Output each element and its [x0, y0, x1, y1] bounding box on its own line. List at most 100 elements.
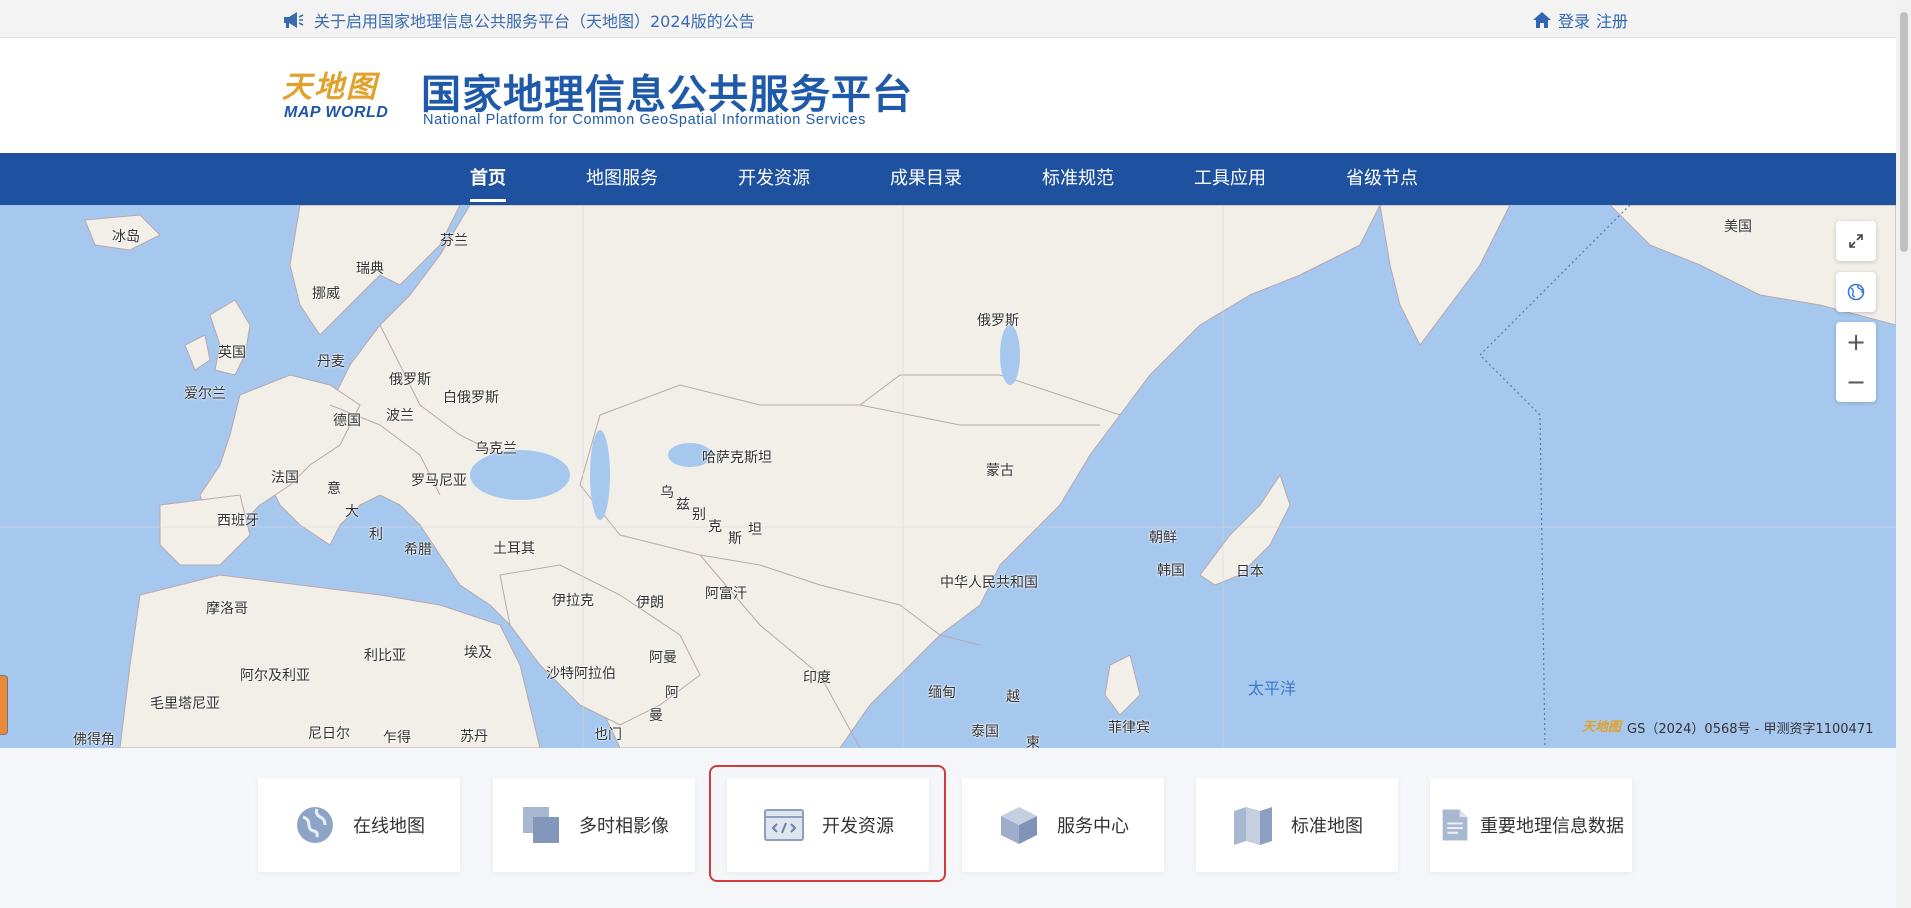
map-label-turkey: 土耳其	[493, 541, 535, 557]
map-label-denmark: 丹麦	[317, 354, 345, 370]
globe-view-button[interactable]	[1836, 272, 1876, 312]
map-label-thailand: 泰国	[971, 724, 999, 740]
nav-item-catalog[interactable]: 成果目录	[890, 153, 962, 205]
map-label-belarus: 白俄罗斯	[443, 390, 499, 406]
register-link[interactable]: 注册	[1596, 8, 1628, 32]
megaphone-icon	[284, 12, 304, 28]
map-label-algeria: 阿尔及利亚	[240, 668, 310, 684]
map-label-niger: 尼日尔	[308, 726, 350, 742]
map-label-cape-verde: 佛得角	[73, 732, 115, 748]
card-label: 服务中心	[1057, 816, 1129, 837]
copyright-text: GS（2024）0568号 - 甲测资字1100471	[1627, 722, 1874, 737]
nav-item-dev-resources[interactable]: 开发资源	[738, 153, 810, 205]
map-label-germany: 德国	[333, 413, 361, 429]
zoom-in-button[interactable]: +	[1836, 322, 1876, 362]
map-label-yemen: 也门	[594, 727, 622, 743]
map-label-sweden: 瑞典	[356, 261, 384, 277]
map-label-oman: 阿曼	[649, 650, 677, 666]
map-label-north-korea: 朝鲜	[1149, 530, 1177, 546]
announcement-text: 关于启用国家地理信息公共服务平台（天地图）2024版的公告	[314, 12, 755, 31]
map-label-italy-2: 大	[345, 504, 359, 520]
card-multi-temporal-imagery[interactable]: 多时相影像	[493, 778, 695, 872]
fullscreen-button[interactable]	[1836, 221, 1876, 261]
map-label-russia: 俄罗斯	[977, 313, 1019, 329]
nav-item-provincial[interactable]: 省级节点	[1346, 153, 1418, 205]
document-icon	[1442, 809, 1468, 841]
card-label: 标准地图	[1291, 816, 1363, 837]
main-nav: 首页 地图服务 开发资源 成果目录 标准规范 工具应用 省级节点	[0, 153, 1896, 205]
map-label-uzbekistan-4: 克	[708, 519, 722, 535]
map-label-ireland: 爱尔兰	[184, 386, 226, 402]
map-label-egypt: 埃及	[464, 645, 492, 661]
card-dev-resources[interactable]: 开发资源	[727, 778, 929, 872]
card-label: 多时相影像	[579, 816, 669, 837]
map-label-cambodia: 柬	[1026, 735, 1040, 748]
map-label-south-korea: 韩国	[1157, 563, 1185, 579]
map-label-poland: 波兰	[386, 408, 414, 424]
map-label-finland: 芬兰	[440, 233, 468, 249]
logo-english[interactable]: MAP WORLD	[284, 104, 388, 122]
site-subtitle: National Platform for Common GeoSpatial …	[423, 112, 866, 128]
layers-icon	[523, 807, 559, 843]
scrollbar-thumb[interactable]	[1900, 12, 1908, 252]
map-label-ukraine: 乌克兰	[475, 441, 517, 457]
map-label-uzbekistan-6: 坦	[748, 522, 762, 538]
map-label-russia-west: 俄罗斯	[389, 372, 431, 388]
map-label-chad: 乍得	[383, 730, 411, 746]
map-label-mauritania: 毛里塔尼亚	[150, 696, 220, 712]
folded-map-icon	[1234, 807, 1272, 845]
map-viewer[interactable]: 冰岛 芬兰 瑞典 挪威 英国 丹麦 爱尔兰 俄罗斯 白俄罗斯 德国 波兰 乌克兰…	[0, 205, 1896, 748]
map-label-myanmar: 缅甸	[928, 685, 956, 701]
map-label-afghanistan: 阿富汗	[705, 586, 747, 602]
map-label-mongolia: 蒙古	[986, 463, 1014, 479]
notice-bar: 关于启用国家地理信息公共服务平台（天地图）2024版的公告 登录 注册	[0, 0, 1896, 38]
code-window-icon	[764, 809, 804, 841]
map-label-iraq: 伊拉克	[552, 593, 594, 609]
map-label-spain: 西班牙	[217, 513, 259, 529]
map-label-philippines: 菲律宾	[1108, 720, 1150, 736]
logo-chinese[interactable]: 天地图	[282, 62, 378, 106]
nav-item-map-services[interactable]: 地图服务	[586, 153, 658, 205]
nav-item-home[interactable]: 首页	[470, 153, 506, 205]
map-label-norway: 挪威	[312, 286, 340, 302]
zoom-out-button[interactable]: −	[1836, 362, 1876, 402]
map-label-vietnam: 越	[1006, 689, 1020, 705]
map-label-greece: 希腊	[404, 542, 432, 558]
globe-icon	[297, 807, 333, 843]
quick-links: 在线地图 多时相影像 开发资源 服务中心 标准地图 重要地理信息数据	[0, 748, 1896, 908]
map-label-saudi: 沙特阿拉伯	[546, 666, 616, 682]
map-label-uzbekistan-3: 别	[692, 507, 706, 523]
globe-icon	[1847, 283, 1865, 301]
map-label-oman-3: 曼	[649, 708, 663, 724]
map-label-iceland: 冰岛	[112, 229, 140, 245]
fullscreen-icon	[1849, 234, 1863, 248]
nav-item-tools[interactable]: 工具应用	[1194, 153, 1266, 205]
card-label: 开发资源	[822, 816, 894, 837]
cube-icon	[1001, 807, 1037, 844]
card-online-map[interactable]: 在线地图	[258, 778, 460, 872]
map-label-japan: 日本	[1236, 564, 1264, 580]
card-service-center[interactable]: 服务中心	[962, 778, 1164, 872]
card-standard-map[interactable]: 标准地图	[1196, 778, 1398, 872]
login-link[interactable]: 登录	[1558, 8, 1590, 32]
map-label-china: 中华人民共和国	[940, 575, 1038, 591]
map-copyright: 天地图 GS（2024）0568号 - 甲测资字1100471	[1582, 718, 1873, 737]
map-label-iran: 伊朗	[636, 595, 664, 611]
map-label-romania: 罗马尼亚	[411, 473, 467, 489]
nav-item-standards[interactable]: 标准规范	[1042, 153, 1114, 205]
map-label-uk: 英国	[218, 345, 246, 361]
copyright-logo: 天地图	[1582, 720, 1622, 735]
side-panel-tab[interactable]	[0, 675, 8, 735]
map-label-pacific: 太平洋	[1248, 679, 1297, 698]
card-important-geo-data[interactable]: 重要地理信息数据	[1430, 778, 1632, 872]
announcement-link[interactable]: 关于启用国家地理信息公共服务平台（天地图）2024版的公告	[282, 8, 755, 32]
home-icon	[1533, 12, 1551, 28]
map-label-sudan: 苏丹	[460, 729, 488, 745]
map-label-usa: 美国	[1724, 219, 1752, 235]
card-label: 在线地图	[353, 816, 425, 837]
map-label-oman-2: 阿	[665, 685, 679, 701]
map-label-india: 印度	[803, 670, 831, 686]
map-label-libya: 利比亚	[364, 648, 406, 664]
map-label-uzbekistan-5: 斯	[728, 531, 742, 547]
map-label-uzbekistan-2: 兹	[676, 497, 690, 513]
